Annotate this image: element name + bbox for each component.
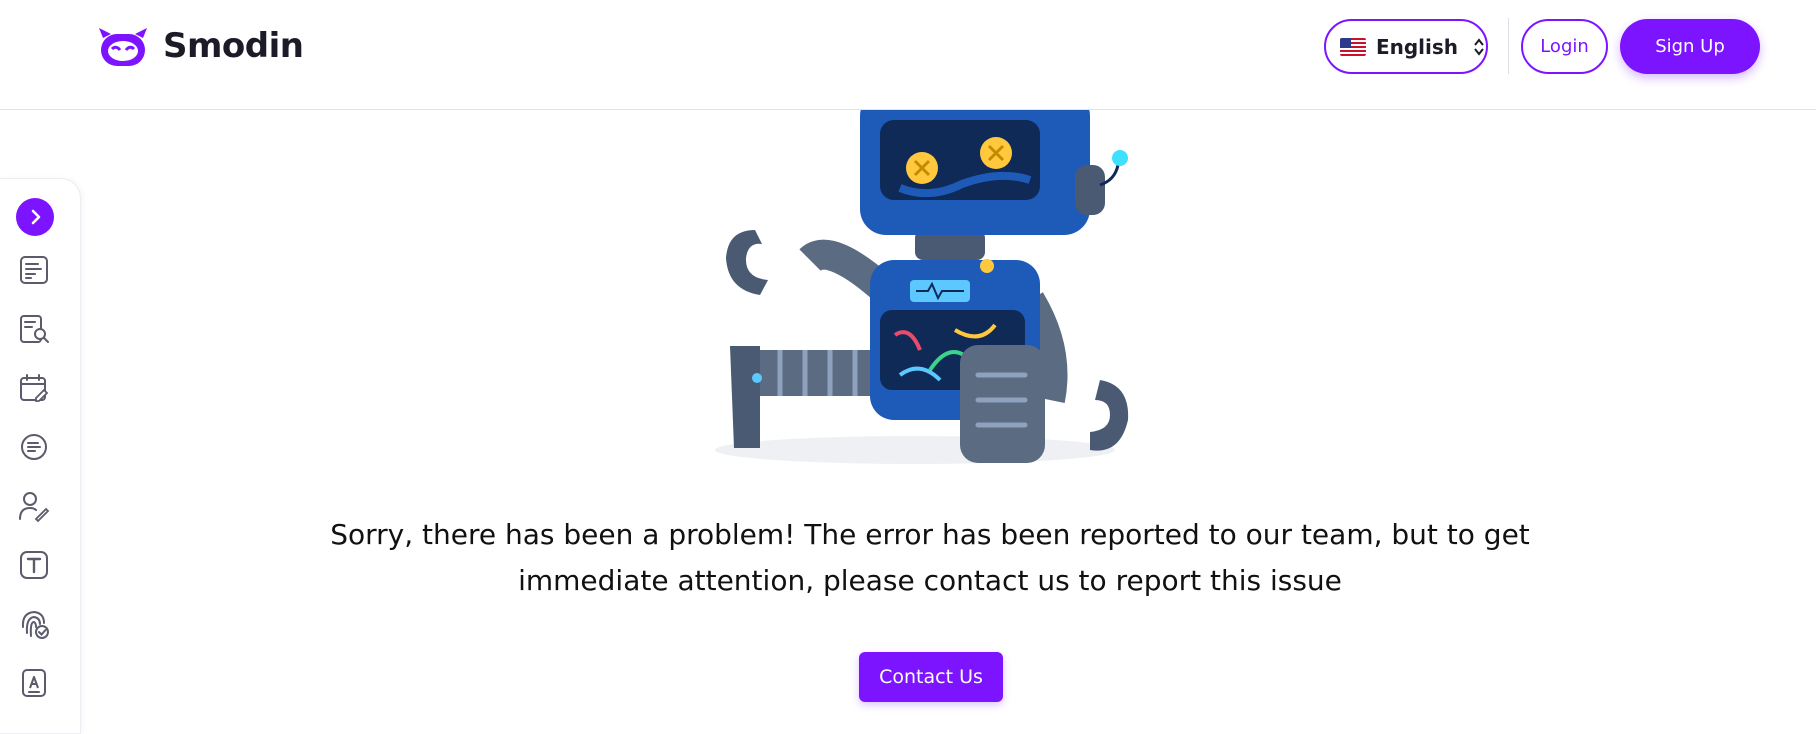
- sidebar-item-plagiarism[interactable]: [17, 607, 51, 641]
- sidebar-item-summarizer[interactable]: [17, 430, 51, 464]
- chevron-up-down-icon: [1474, 37, 1484, 56]
- brand-name: Smodin: [163, 26, 304, 66]
- broken-robot-illustration: [715, 110, 1129, 464]
- language-label: English: [1375, 34, 1459, 59]
- sidebar-toggle-button[interactable]: [16, 198, 54, 236]
- top-header: Smodin English Login Sign Up: [0, 0, 1816, 110]
- sidebar-item-grader[interactable]: [17, 666, 51, 700]
- contact-us-button[interactable]: Contact Us: [859, 652, 1003, 702]
- sidebar-item-writer[interactable]: [17, 253, 51, 287]
- smodin-logo-icon: [99, 28, 147, 66]
- signup-button[interactable]: Sign Up: [1620, 19, 1760, 74]
- sidebar-item-planner[interactable]: [17, 371, 51, 405]
- sidebar-item-humanizer[interactable]: [17, 489, 51, 523]
- user-pen-icon: [19, 492, 50, 523]
- login-button[interactable]: Login: [1521, 19, 1608, 74]
- text-t-icon: [20, 551, 48, 579]
- language-selector[interactable]: English: [1324, 19, 1488, 74]
- brand[interactable]: Smodin: [97, 24, 304, 68]
- tools-sidebar: [0, 178, 81, 734]
- error-message: Sorry, there has been a problem! The err…: [330, 518, 1530, 597]
- document-search-icon: [20, 315, 49, 343]
- header-divider: [1508, 18, 1509, 74]
- us-flag-icon: [1340, 37, 1366, 56]
- summary-circle-icon: [21, 434, 47, 460]
- sidebar-item-text[interactable]: [17, 548, 51, 582]
- chevron-right-icon: [31, 209, 41, 225]
- sidebar-item-checker[interactable]: [17, 312, 51, 346]
- document-lines-icon: [20, 256, 48, 284]
- calendar-edit-icon: [20, 374, 49, 402]
- fingerprint-check-icon: [21, 610, 49, 639]
- document-a-icon: [22, 669, 46, 697]
